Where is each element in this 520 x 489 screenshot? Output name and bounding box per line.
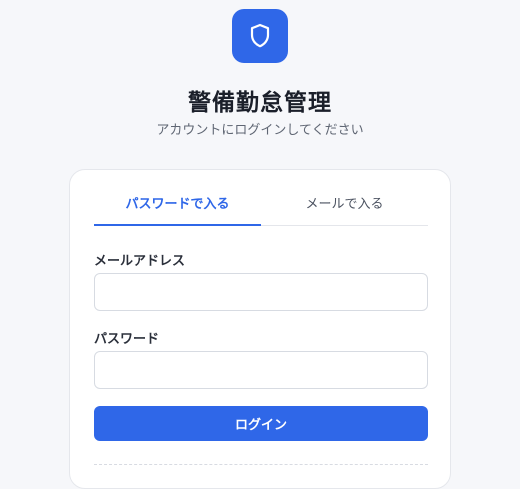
page-subtitle: アカウントにログインしてください (156, 123, 364, 138)
tab-password-login[interactable]: パスワードで入る (94, 187, 261, 226)
page-title: 警備勤怠管理 (188, 90, 332, 116)
login-card: パスワードで入る メールで入る メールアドレス パスワード ログイン (69, 169, 451, 489)
login-method-tabs: パスワードで入る メールで入る (94, 187, 428, 226)
email-field[interactable] (94, 273, 428, 311)
password-field[interactable] (94, 351, 428, 389)
password-label: パスワード (94, 332, 160, 347)
divider (94, 464, 428, 465)
email-label: メールアドレス (94, 254, 186, 269)
shield-icon (250, 23, 270, 48)
login-button[interactable]: ログイン (94, 406, 428, 441)
tab-email-login[interactable]: メールで入る (261, 187, 428, 225)
app-logo (232, 9, 288, 63)
